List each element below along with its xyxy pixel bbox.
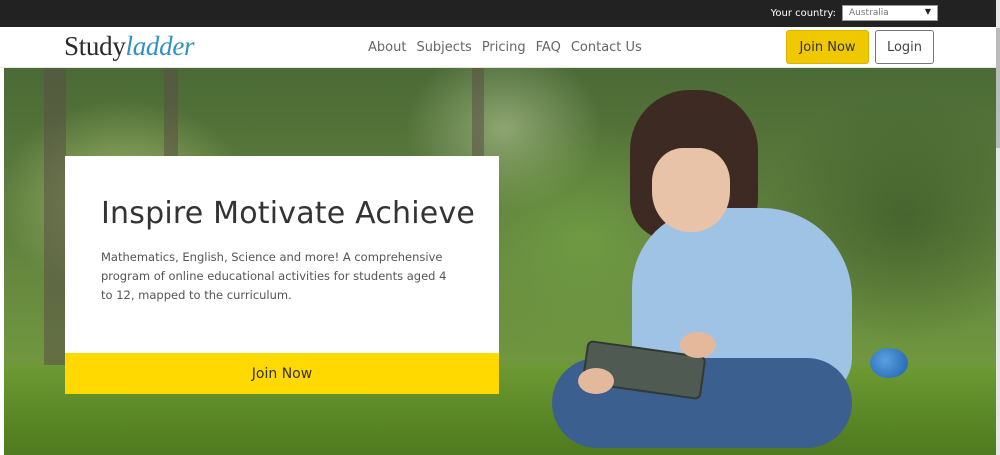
hero-card: Inspire Motivate Achieve Mathematics, En…	[65, 156, 499, 394]
country-select[interactable]: Australia ▼	[842, 5, 938, 21]
girl-hand	[578, 368, 614, 394]
hero-description: Mathematics, English, Science and more! …	[101, 250, 447, 302]
girl-hand	[680, 332, 716, 358]
logo[interactable]: Studyladder	[64, 31, 195, 62]
hero-title: Inspire Motivate Achieve	[101, 196, 476, 231]
country-label: Your country:	[770, 7, 836, 19]
login-button[interactable]: Login	[875, 30, 934, 64]
country-value: Australia	[849, 8, 889, 18]
background-tree	[44, 68, 66, 368]
header-navbar: Studyladder About Subjects Pricing FAQ C…	[0, 27, 996, 68]
caret-down-icon: ▼	[924, 7, 931, 16]
nav-subjects[interactable]: Subjects	[416, 40, 471, 55]
main-nav: About Subjects Pricing FAQ Contact Us	[368, 40, 642, 55]
nav-faq[interactable]: FAQ	[536, 40, 561, 55]
nav-contact-us[interactable]: Contact Us	[571, 40, 642, 55]
logo-ladder: ladder	[125, 31, 195, 61]
nav-about[interactable]: About	[368, 40, 406, 55]
hero-join-now-button[interactable]: Join Now	[65, 353, 499, 394]
top-bar: Your country: Australia ▼	[0, 0, 996, 27]
girl-face	[652, 148, 730, 232]
scrollbar[interactable]	[996, 0, 1000, 455]
nav-pricing[interactable]: Pricing	[482, 40, 526, 55]
logo-study: Study	[64, 31, 126, 61]
join-now-button[interactable]: Join Now	[786, 30, 869, 64]
scrollbar-thumb[interactable]	[996, 28, 1000, 148]
country-selector: Your country: Australia ▼	[771, 5, 938, 21]
blue-ball	[870, 348, 908, 378]
